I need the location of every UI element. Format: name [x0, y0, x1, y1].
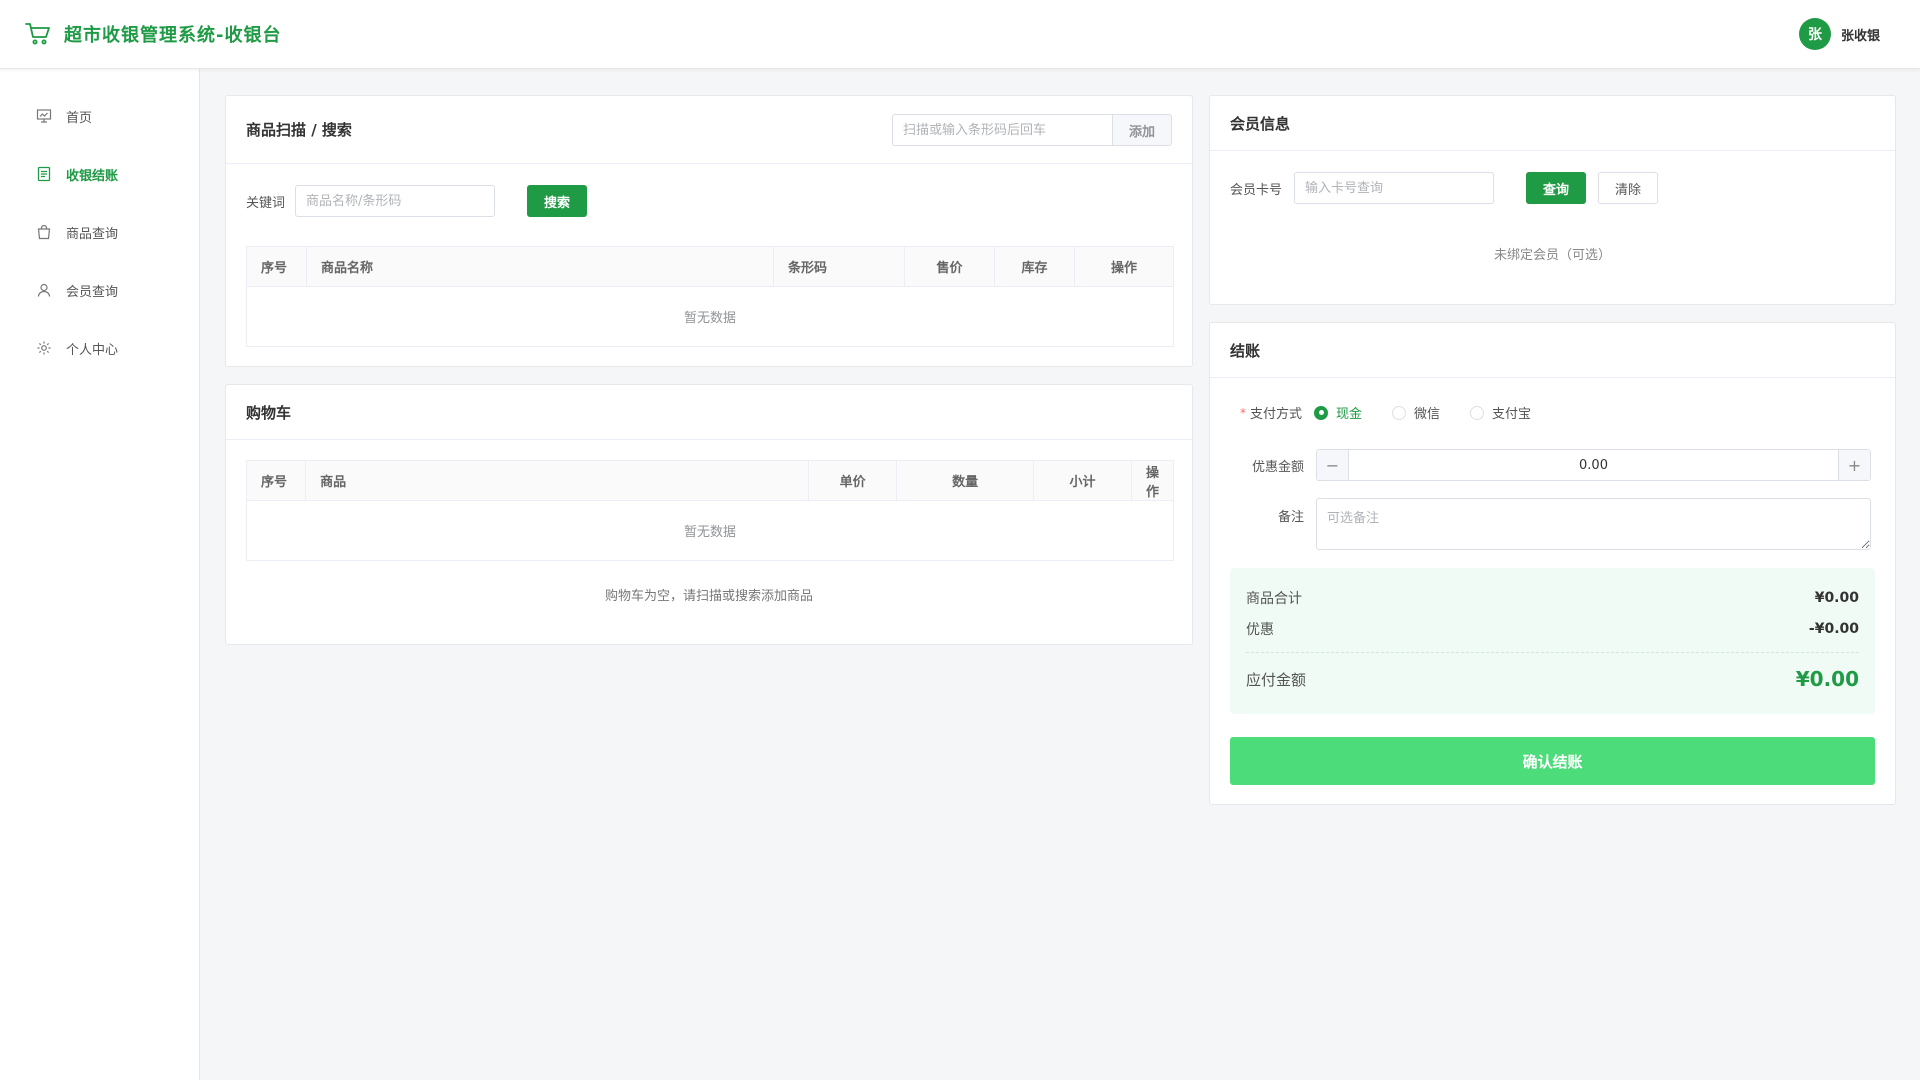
sidebar-item-label: 首页 [66, 110, 93, 126]
payment-option-label: 微信 [1414, 407, 1441, 422]
query-button[interactable]: 查询 [1526, 172, 1587, 204]
sidebar-item-home[interactable]: 首页 [0, 87, 199, 145]
card-title: 商品扫描 / 搜索 [246, 121, 352, 139]
table-empty-text: 暂无数据 [683, 525, 736, 540]
shopping-cart-icon [24, 20, 52, 48]
keyword-input[interactable] [295, 185, 496, 217]
sidebar-item-members[interactable]: 会员查询 [0, 261, 199, 319]
product-search-card: 商品扫描 / 搜索 添加 关键词 搜索 序号 商品名称 条形码 售价 库存 操作… [225, 95, 1193, 367]
column-header: 操作 [1110, 261, 1137, 276]
order-summary: 商品合计 ¥0.00 优惠 -¥0.00 应付金额 ¥0.00 [1230, 568, 1875, 714]
sidebar: 首页 收银结账 商品查询 会员查询 个人中心 [0, 69, 200, 1080]
member-header: 会员信息 [1210, 96, 1895, 151]
table-header: 序号 商品 单价 数量 小计 操作 [247, 461, 1173, 501]
keyword-label: 关键词 [246, 195, 286, 211]
sidebar-item-label: 商品查询 [66, 226, 119, 242]
payment-option-alipay[interactable]: 支付宝 [1470, 403, 1531, 422]
column-header: 库存 [995, 247, 1075, 286]
summary-divider [1246, 652, 1859, 653]
discount-line: 优惠 -¥0.00 [1246, 613, 1859, 644]
search-button[interactable]: 搜索 [527, 185, 588, 217]
card-number-input[interactable] [1294, 172, 1495, 204]
table-header: 序号 商品名称 条形码 售价 库存 操作 [247, 247, 1173, 287]
increment-button[interactable]: + [1838, 450, 1870, 480]
payment-option-label: 支付宝 [1492, 407, 1532, 422]
cart-table: 序号 商品 单价 数量 小计 操作 暂无数据 [246, 460, 1174, 561]
radio-checked-icon[interactable] [1314, 405, 1329, 420]
user-menu[interactable]: 张 张收银 [1798, 18, 1880, 50]
payment-method-label: 支付方式 [1250, 407, 1303, 422]
username[interactable]: 张收银 [1841, 25, 1880, 44]
product-table: 序号 商品名称 条形码 售价 库存 操作 暂无数据 [246, 246, 1174, 347]
app-title: 超市收银管理系统-收银台 [64, 25, 282, 46]
member-query-row: 会员卡号 查询 清除 [1230, 172, 1659, 204]
cart-empty-message: 购物车为空，请扫描或搜索添加商品 [604, 589, 813, 604]
payment-option-wechat[interactable]: 微信 [1392, 403, 1440, 422]
discount-row: 优惠金额 − 0.00 + [1230, 449, 1871, 481]
sidebar-item-profile[interactable]: 个人中心 [0, 319, 199, 377]
card-title: 结账 [1230, 341, 1261, 360]
goods-total-label: 商品合计 [1246, 590, 1302, 607]
shopping-bag-icon [36, 224, 52, 240]
payment-option-cash[interactable]: 现金 [1314, 403, 1362, 422]
column-header: 数量 [897, 461, 1035, 500]
member-status-text: 未绑定会员（可选） [1493, 248, 1611, 263]
keyword-search-row: 关键词 搜索 [246, 185, 588, 217]
discount-stepper[interactable]: − 0.00 + [1316, 449, 1871, 481]
column-header: 商品名称 [307, 247, 774, 286]
column-header: 序号 [247, 461, 307, 500]
product-search-header: 商品扫描 / 搜索 添加 [226, 96, 1192, 164]
clear-button[interactable]: 清除 [1598, 172, 1659, 204]
discount-value[interactable]: 0.00 [1349, 450, 1838, 480]
column-header: 条形码 [774, 247, 905, 286]
sidebar-item-label: 会员查询 [66, 284, 119, 300]
card-title: 会员信息 [1230, 114, 1291, 133]
required-mark: * [1240, 405, 1246, 420]
decrement-button[interactable]: − [1317, 450, 1349, 480]
payment-method-row: * 支付方式 现金 微信 支付宝 [1240, 403, 1561, 422]
payment-option-label: 现金 [1336, 407, 1363, 422]
sidebar-item-products[interactable]: 商品查询 [0, 203, 199, 261]
document-icon [36, 166, 52, 182]
payable-value: ¥0.00 [1795, 667, 1859, 691]
checkout-card: 结账 * 支付方式 现金 微信 支付宝 优惠金额 − 0.00 + 备注 商品合… [1209, 322, 1896, 805]
avatar[interactable]: 张 [1798, 18, 1831, 50]
remark-textarea[interactable] [1316, 498, 1871, 550]
barcode-input[interactable] [892, 114, 1112, 146]
cart-header: 购物车 [226, 385, 1192, 440]
gear-icon [36, 340, 52, 356]
card-title: 购物车 [246, 403, 292, 422]
table-empty-text: 暂无数据 [683, 311, 736, 326]
card-number-label: 会员卡号 [1230, 182, 1283, 198]
sidebar-item-label: 收银结账 [66, 168, 119, 184]
discount-summary-value: -¥0.00 [1808, 620, 1859, 637]
sidebar-item-checkout[interactable]: 收银结账 [0, 145, 199, 203]
discount-label: 优惠金额 [1251, 459, 1304, 475]
remark-label: 备注 [1277, 510, 1304, 525]
barcode-input-group: 添加 [892, 114, 1172, 146]
sidebar-item-label: 个人中心 [66, 342, 119, 358]
radio-unchecked-icon[interactable] [1392, 405, 1407, 420]
column-header: 序号 [247, 247, 307, 286]
confirm-checkout-button[interactable]: 确认结账 [1230, 737, 1875, 785]
discount-summary-label: 优惠 [1246, 621, 1274, 638]
column-header: 商品 [306, 461, 810, 500]
goods-total-line: 商品合计 ¥0.00 [1246, 582, 1859, 613]
checkout-header: 结账 [1210, 323, 1895, 378]
chart-board-icon [36, 108, 52, 124]
remark-row: 备注 [1230, 498, 1871, 550]
radio-unchecked-icon[interactable] [1470, 405, 1485, 420]
column-header: 小计 [1034, 461, 1132, 500]
column-header: 操作 [1146, 465, 1160, 500]
column-header: 单价 [809, 461, 898, 500]
user-icon [36, 282, 52, 298]
add-barcode-button[interactable]: 添加 [1112, 114, 1172, 146]
member-card: 会员信息 会员卡号 查询 清除 未绑定会员（可选） [1209, 95, 1896, 305]
shopping-cart-card: 购物车 序号 商品 单价 数量 小计 操作 暂无数据 购物车为空，请扫描或搜索添… [225, 384, 1193, 645]
payable-label: 应付金额 [1246, 670, 1307, 689]
payable-line: 应付金额 ¥0.00 [1246, 659, 1859, 699]
column-header: 售价 [905, 247, 995, 286]
top-header: 超市收银管理系统-收银台 张 张收银 [0, 0, 1920, 69]
goods-total-value: ¥0.00 [1814, 589, 1859, 606]
